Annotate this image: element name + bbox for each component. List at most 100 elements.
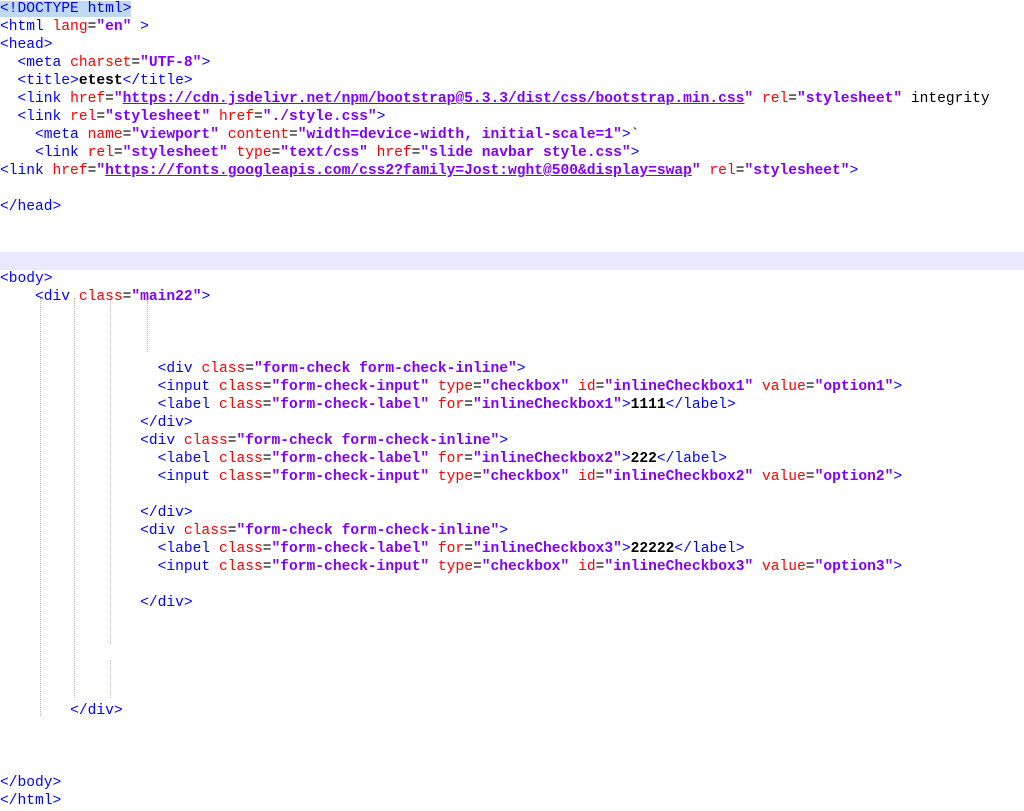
code-tag: > (621, 127, 631, 143)
code-url[interactable]: https://cdn.jsdelivr.net/npm/bootstrap@5… (123, 91, 745, 107)
code-tag: > (201, 55, 211, 71)
code-plain (429, 559, 438, 575)
code-line[interactable] (0, 612, 1024, 630)
code-equals: = (113, 145, 123, 161)
code-line[interactable]: <label class="form-check-label" for="inl… (0, 450, 1024, 468)
code-line[interactable]: <div class="main22"> (0, 288, 1024, 306)
code-attribute: type (437, 469, 473, 485)
code-string: " (96, 163, 106, 179)
code-line[interactable]: <head> (0, 36, 1024, 54)
code-attribute: name (87, 127, 123, 143)
code-string: "form-check form-check-inline" (236, 523, 500, 539)
code-line[interactable] (0, 216, 1024, 234)
code-plain (0, 289, 35, 305)
code-text: 222 (630, 451, 657, 467)
code-line[interactable]: <meta name="viewport" content="width=dev… (0, 126, 1024, 144)
code-plain (569, 379, 578, 395)
code-string: "form-check-input" (271, 379, 430, 395)
code-line[interactable]: <body> (0, 270, 1024, 288)
code-line[interactable] (0, 486, 1024, 504)
code-string: " (691, 163, 701, 179)
code-line[interactable] (0, 306, 1024, 324)
code-string: "stylesheet" (105, 109, 211, 125)
code-line[interactable]: </div> (0, 702, 1024, 720)
code-line[interactable]: <input class="form-check-input" type="ch… (0, 468, 1024, 486)
code-plain (429, 451, 438, 467)
code-string: "form-check form-check-inline" (236, 433, 500, 449)
code-line[interactable] (0, 756, 1024, 774)
code-line[interactable]: <label class="form-check-label" for="inl… (0, 540, 1024, 558)
code-line[interactable]: <label class="form-check-label" for="inl… (0, 396, 1024, 414)
code-line[interactable] (0, 666, 1024, 684)
code-line[interactable]: <input class="form-check-input" type="ch… (0, 558, 1024, 576)
code-line[interactable]: </html> (0, 792, 1024, 810)
code-line[interactable]: <link rel="stylesheet" href="./style.css… (0, 108, 1024, 126)
code-line[interactable]: <div class="form-check form-check-inline… (0, 522, 1024, 540)
code-line[interactable]: <div class="form-check form-check-inline… (0, 360, 1024, 378)
code-string: "stylesheet" (797, 91, 903, 107)
code-equals: = (105, 91, 114, 107)
code-plain (0, 91, 18, 107)
code-plain (0, 415, 140, 431)
code-line[interactable] (0, 342, 1024, 360)
code-string: "form-check-input" (271, 469, 430, 485)
code-line[interactable]: </body> (0, 774, 1024, 792)
code-attribute: for (437, 541, 465, 557)
code-attribute: class (218, 379, 263, 395)
code-line[interactable]: </div> (0, 594, 1024, 612)
code-plain (0, 379, 158, 395)
code-line[interactable]: <meta charset="UTF-8"> (0, 54, 1024, 72)
code-line[interactable] (0, 324, 1024, 342)
code-line[interactable]: <!DOCTYPE html> (0, 0, 1024, 18)
code-string: "inlineCheckbox1" (472, 397, 622, 413)
code-line[interactable] (0, 180, 1024, 198)
code-tag: <label (157, 541, 219, 557)
code-attribute: class (201, 361, 246, 377)
code-string: "stylesheet" (744, 163, 850, 179)
code-equals: = (271, 145, 281, 161)
code-tag: <!DOCTYPE html> (0, 1, 132, 17)
code-line[interactable] (0, 234, 1024, 252)
code-attribute: href (52, 163, 88, 179)
code-line[interactable]: <html lang="en" > (0, 18, 1024, 36)
code-line[interactable] (0, 576, 1024, 594)
code-line[interactable] (0, 720, 1024, 738)
code-line[interactable]: <input class="form-check-input" type="ch… (0, 378, 1024, 396)
code-plain (0, 109, 18, 125)
code-equals: = (472, 469, 482, 485)
code-attribute: class (218, 559, 263, 575)
code-tag: <label (157, 451, 219, 467)
code-attribute: for (437, 451, 465, 467)
code-string: "form-check-label" (271, 451, 430, 467)
code-line[interactable] (0, 684, 1024, 702)
code-line[interactable]: <link href="https://fonts.googleapis.com… (0, 162, 1024, 180)
code-plain (753, 469, 762, 485)
code-url[interactable]: https://fonts.googleapis.com/css2?family… (105, 163, 692, 179)
code-string: "slide navbar style.css" (420, 145, 631, 161)
code-equals: = (805, 559, 815, 575)
code-line[interactable]: <link href="https://cdn.jsdelivr.net/npm… (0, 90, 1024, 108)
code-equals: = (788, 91, 797, 107)
code-line[interactable] (0, 630, 1024, 648)
code-attribute: type (437, 559, 473, 575)
code-text: 1111 (630, 397, 666, 413)
code-plain (0, 469, 158, 485)
code-string: "inlineCheckbox2" (472, 451, 622, 467)
code-plain (368, 145, 377, 161)
code-attribute: value (762, 379, 806, 395)
code-line[interactable]: </div> (0, 414, 1024, 432)
code-line-current[interactable] (0, 252, 1024, 270)
code-line[interactable] (0, 738, 1024, 756)
code-line[interactable]: <link rel="stylesheet" type="text/css" h… (0, 144, 1024, 162)
code-tag: > (621, 397, 631, 413)
code-equals: = (464, 541, 473, 557)
code-line[interactable] (0, 648, 1024, 666)
code-attribute: class (78, 289, 123, 305)
code-line[interactable]: </head> (0, 198, 1024, 216)
code-string: "inlineCheckbox2" (604, 469, 754, 485)
code-line[interactable]: </div> (0, 504, 1024, 522)
code-editor[interactable]: <!DOCTYPE html> <html lang="en" > <head> <… (0, 0, 1024, 811)
code-plain (429, 379, 438, 395)
code-line[interactable]: <title>etest</title> (0, 72, 1024, 90)
code-line[interactable]: <div class="form-check form-check-inline… (0, 432, 1024, 450)
